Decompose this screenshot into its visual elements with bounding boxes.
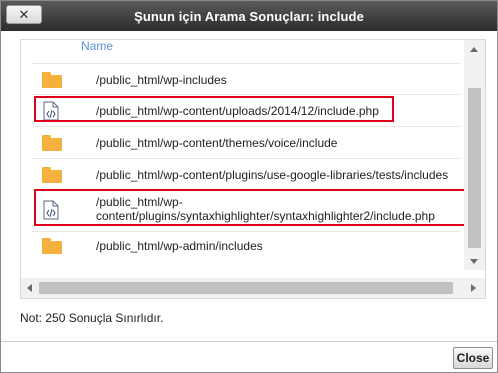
scroll-up-icon[interactable]: [470, 47, 478, 52]
scrollbar-thumb[interactable]: [39, 282, 453, 294]
search-results-dialog: ✕ Şunun için Arama Sonuçları: include Na…: [0, 0, 498, 373]
result-path: /public_html/wp-admin/includes: [96, 239, 263, 253]
result-path: /public_html/wp-includes: [96, 73, 227, 87]
result-path: /public_html/wp-content/plugins/use-goog…: [96, 168, 449, 182]
scroll-right-icon[interactable]: [471, 284, 476, 292]
horizontal-scrollbar[interactable]: [21, 278, 485, 298]
folder-icon: [42, 167, 62, 183]
list-item[interactable]: /public_html/wp-admin/includes: [31, 231, 461, 259]
scroll-left-icon[interactable]: [27, 284, 32, 292]
list-item[interactable]: /public_html/wp-content/plugins/use-goog…: [31, 158, 461, 189]
vertical-scrollbar[interactable]: [464, 40, 485, 270]
dialog-titlebar: ✕ Şunun için Arama Sonuçları: include: [1, 1, 497, 31]
list-item[interactable]: /public_html/wp-includes: [31, 63, 461, 93]
folder-icon: [42, 135, 62, 151]
dialog-title: Şunun için Arama Sonuçları: include: [134, 9, 364, 24]
list-item[interactable]: /public_html/wp-content/themes/voice/inc…: [31, 126, 461, 157]
dialog-footer: Close: [1, 341, 497, 372]
folder-icon: [42, 72, 62, 88]
scroll-down-icon[interactable]: [470, 259, 478, 264]
highlight-box: [34, 96, 394, 122]
column-header-name[interactable]: Name: [81, 40, 113, 53]
results-panel: Name /public_html/wp-includes /public_ht…: [20, 39, 486, 299]
scrollbar-thumb[interactable]: [468, 88, 481, 248]
result-limit-note: Not: 250 Sonuçla Sınırlıdır.: [20, 311, 164, 325]
highlight-box: [34, 189, 468, 226]
result-path: /public_html/wp-content/themes/voice/inc…: [96, 136, 338, 150]
close-button[interactable]: Close: [453, 347, 493, 369]
folder-icon: [42, 238, 62, 254]
